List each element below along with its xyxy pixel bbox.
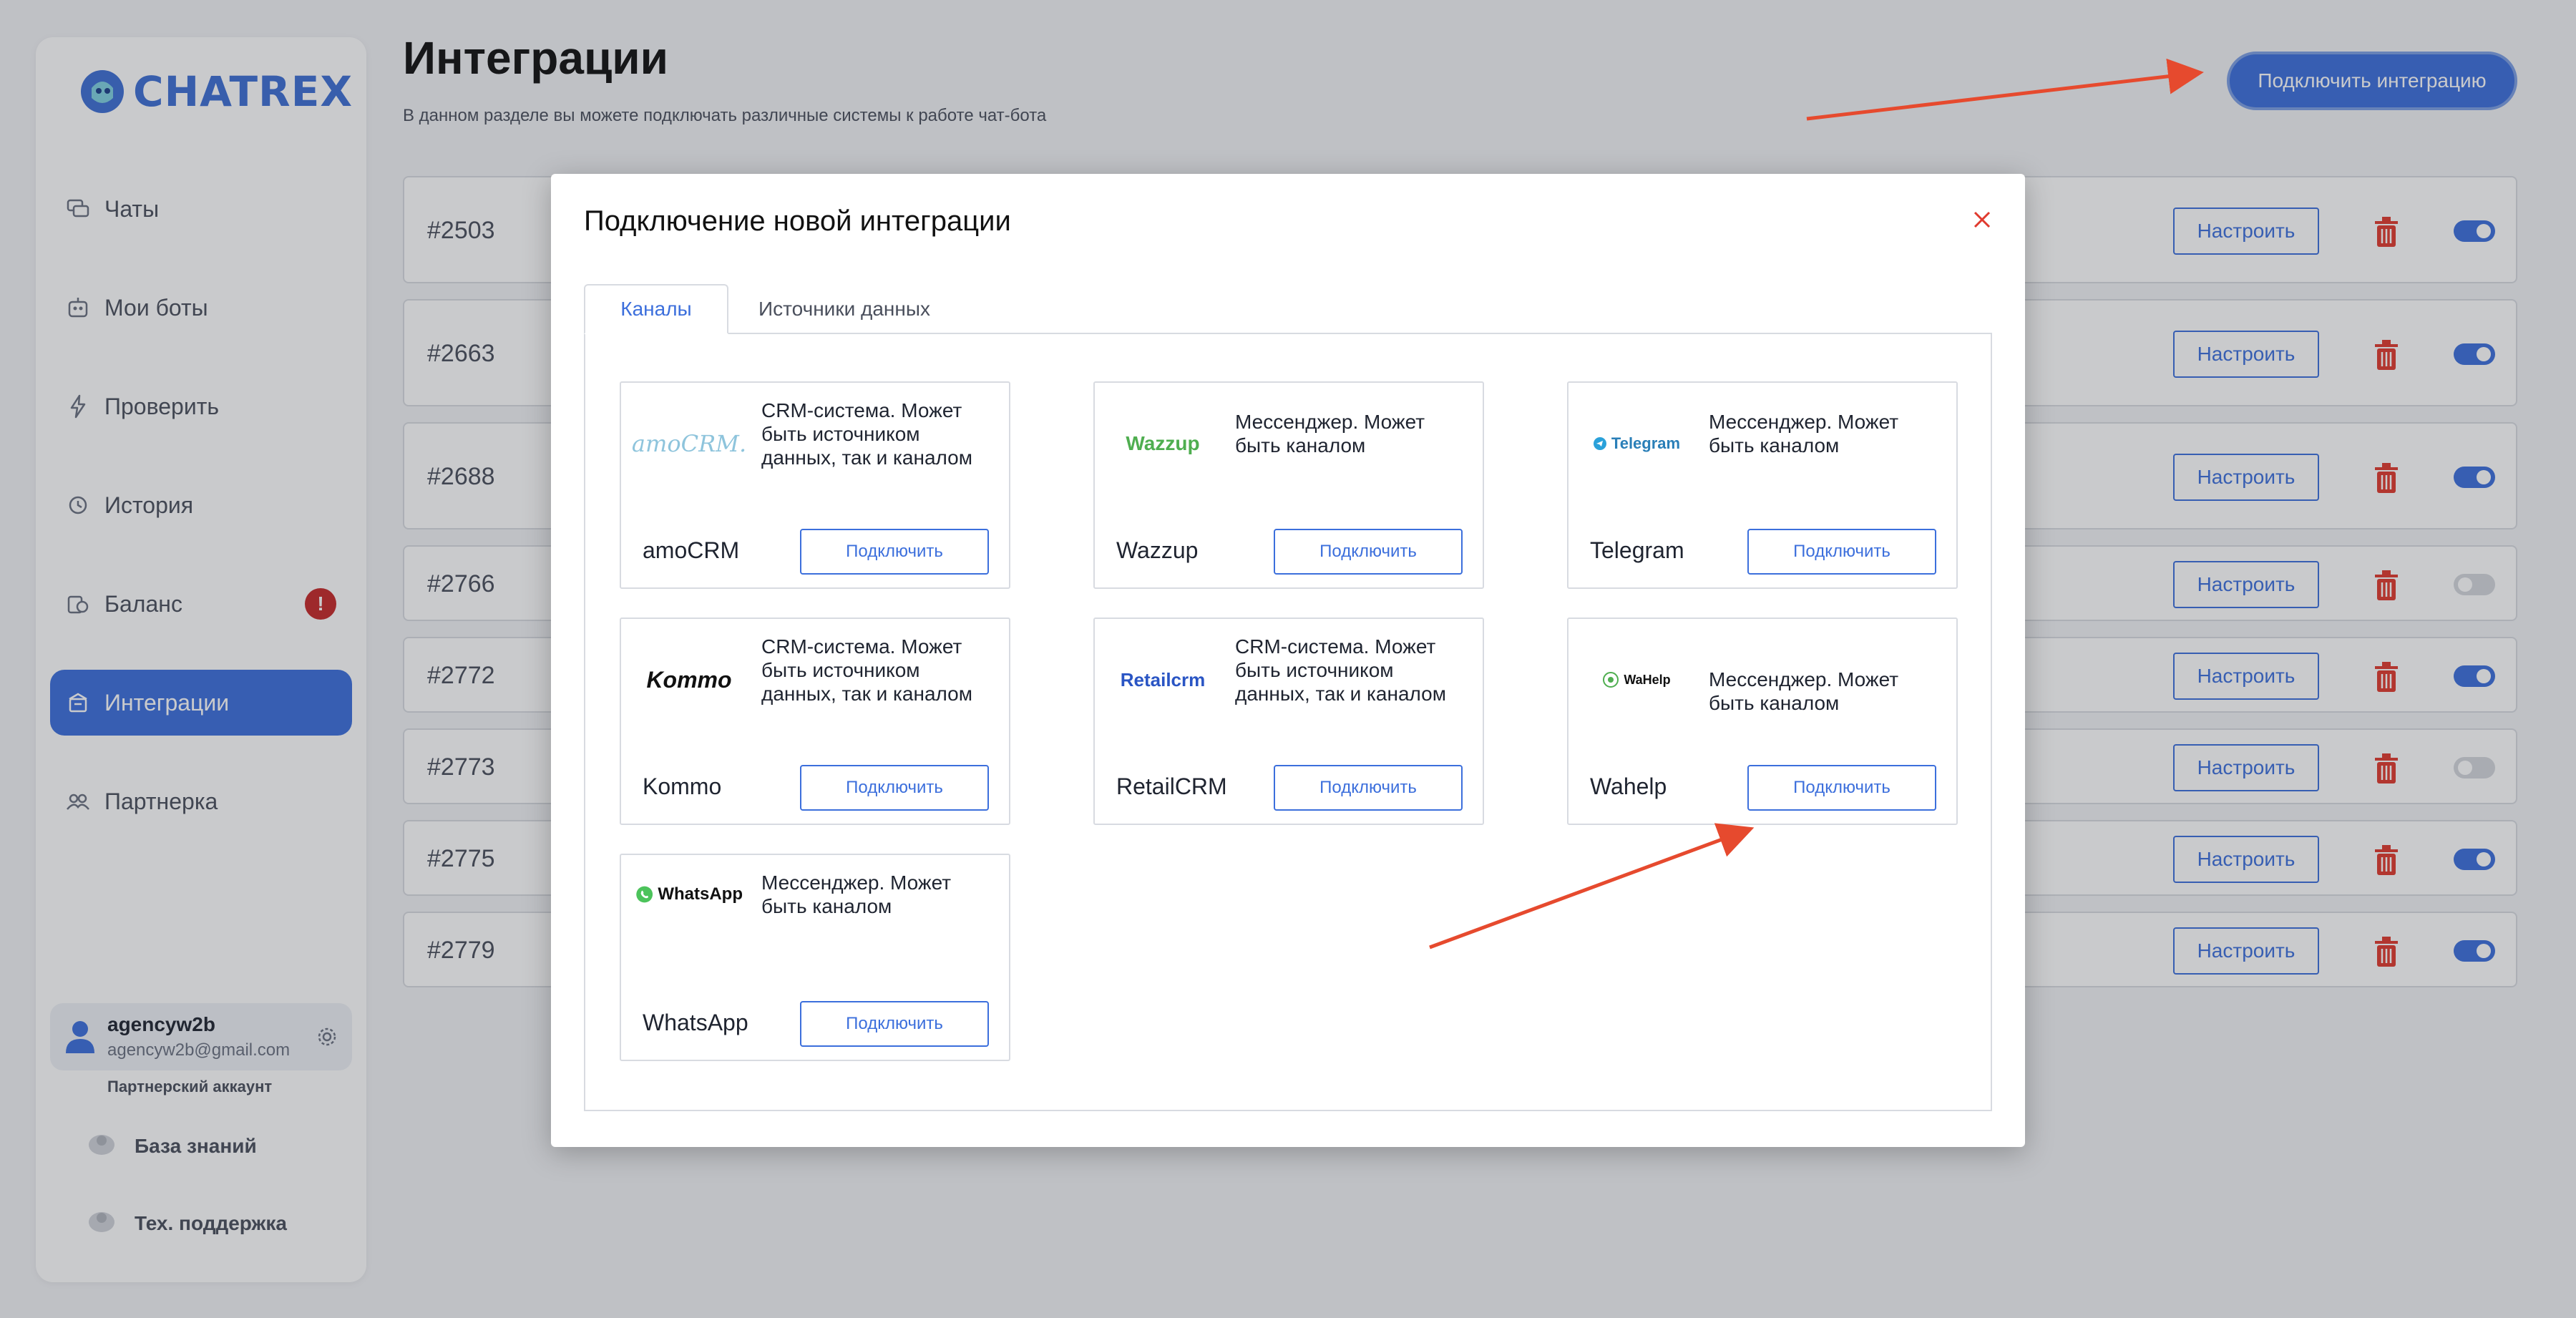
telegram-icon (1593, 437, 1606, 450)
integration-card-retailcrm: Retailcrm CRM-система. Может быть источн… (1093, 617, 1484, 825)
wazzup-logo: Wazzup (1109, 419, 1216, 469)
whatsapp-logo-text: WhatsApp (658, 884, 743, 904)
amocrm-logo: amoCRM. (631, 419, 747, 469)
card-description: Мессенджер. Может быть каналом (1709, 668, 1899, 714)
connect-wahelp-button[interactable]: Подключить (1747, 765, 1936, 811)
integration-card-kommo: Kommo CRM-система. Может быть источником… (620, 617, 1010, 825)
wazzup-logo-text: Wazzup (1126, 432, 1200, 454)
card-description: CRM-система. Может быть источником данны… (761, 399, 972, 469)
whatsapp-logo: WhatsApp (635, 869, 743, 919)
integration-card-whatsapp: WhatsApp Мессенджер. Может быть каналом … (620, 854, 1010, 1061)
card-name: Wahelp (1590, 773, 1667, 799)
whatsapp-icon (636, 886, 653, 903)
modal-title: Подключение новой интеграции (584, 205, 1011, 237)
card-name: amoCRM (643, 537, 740, 563)
connect-whatsapp-button[interactable]: Подключить (800, 1001, 989, 1047)
integration-card-telegram: Telegram Мессенджер. Может быть каналом … (1567, 381, 1958, 589)
card-description: Мессенджер. Может быть каналом (1235, 411, 1425, 457)
connect-kommo-button[interactable]: Подключить (800, 765, 989, 811)
retailcrm-logo: Retailcrm (1109, 655, 1216, 705)
kommo-logo-text: Kommo (646, 666, 732, 693)
card-name: Wazzup (1116, 537, 1199, 563)
connect-telegram-button[interactable]: Подключить (1747, 529, 1936, 575)
wahelp-logo: WaHelp (1583, 655, 1690, 705)
connect-wazzup-button[interactable]: Подключить (1274, 529, 1463, 575)
channels-panel: amoCRM. CRM-система. Может быть источник… (584, 333, 1992, 1111)
integration-card-wahelp: WaHelp Мессенджер. Может быть каналом Wa… (1567, 617, 1958, 825)
kommo-logo: Kommo (635, 655, 743, 705)
telegram-logo: Telegram (1583, 419, 1690, 469)
card-name: WhatsApp (643, 1010, 748, 1035)
telegram-logo-text: Telegram (1611, 434, 1681, 452)
tab-data-sources[interactable]: Источники данных (744, 284, 945, 334)
wahelp-logo-text: WaHelp (1624, 672, 1671, 687)
connect-retailcrm-button[interactable]: Подключить (1274, 765, 1463, 811)
amocrm-logo-text: amoCRM. (631, 430, 747, 457)
connect-amocrm-button[interactable]: Подключить (800, 529, 989, 575)
card-description: Мессенджер. Может быть каналом (1709, 411, 1899, 457)
retailcrm-logo-text: Retailcrm (1120, 668, 1206, 690)
card-description: CRM-система. Может быть источником данны… (1235, 635, 1446, 705)
integration-card-wazzup: Wazzup Мессенджер. Может быть каналом Wa… (1093, 381, 1484, 589)
wahelp-icon (1603, 672, 1619, 688)
card-name: Kommo (643, 773, 722, 799)
card-name: RetailCRM (1116, 773, 1227, 799)
integration-card-amocrm: amoCRM. CRM-система. Может быть источник… (620, 381, 1010, 589)
app-root: CHATREX Чаты Мои боты Проверить История (0, 0, 2576, 1318)
card-name: Telegram (1590, 537, 1684, 563)
close-icon[interactable] (1968, 205, 1996, 234)
card-description: Мессенджер. Может быть каналом (761, 872, 952, 917)
new-integration-modal: Подключение новой интеграции Каналы Исто… (551, 174, 2025, 1147)
tab-channels[interactable]: Каналы (584, 284, 728, 334)
card-description: CRM-система. Может быть источником данны… (761, 635, 972, 705)
